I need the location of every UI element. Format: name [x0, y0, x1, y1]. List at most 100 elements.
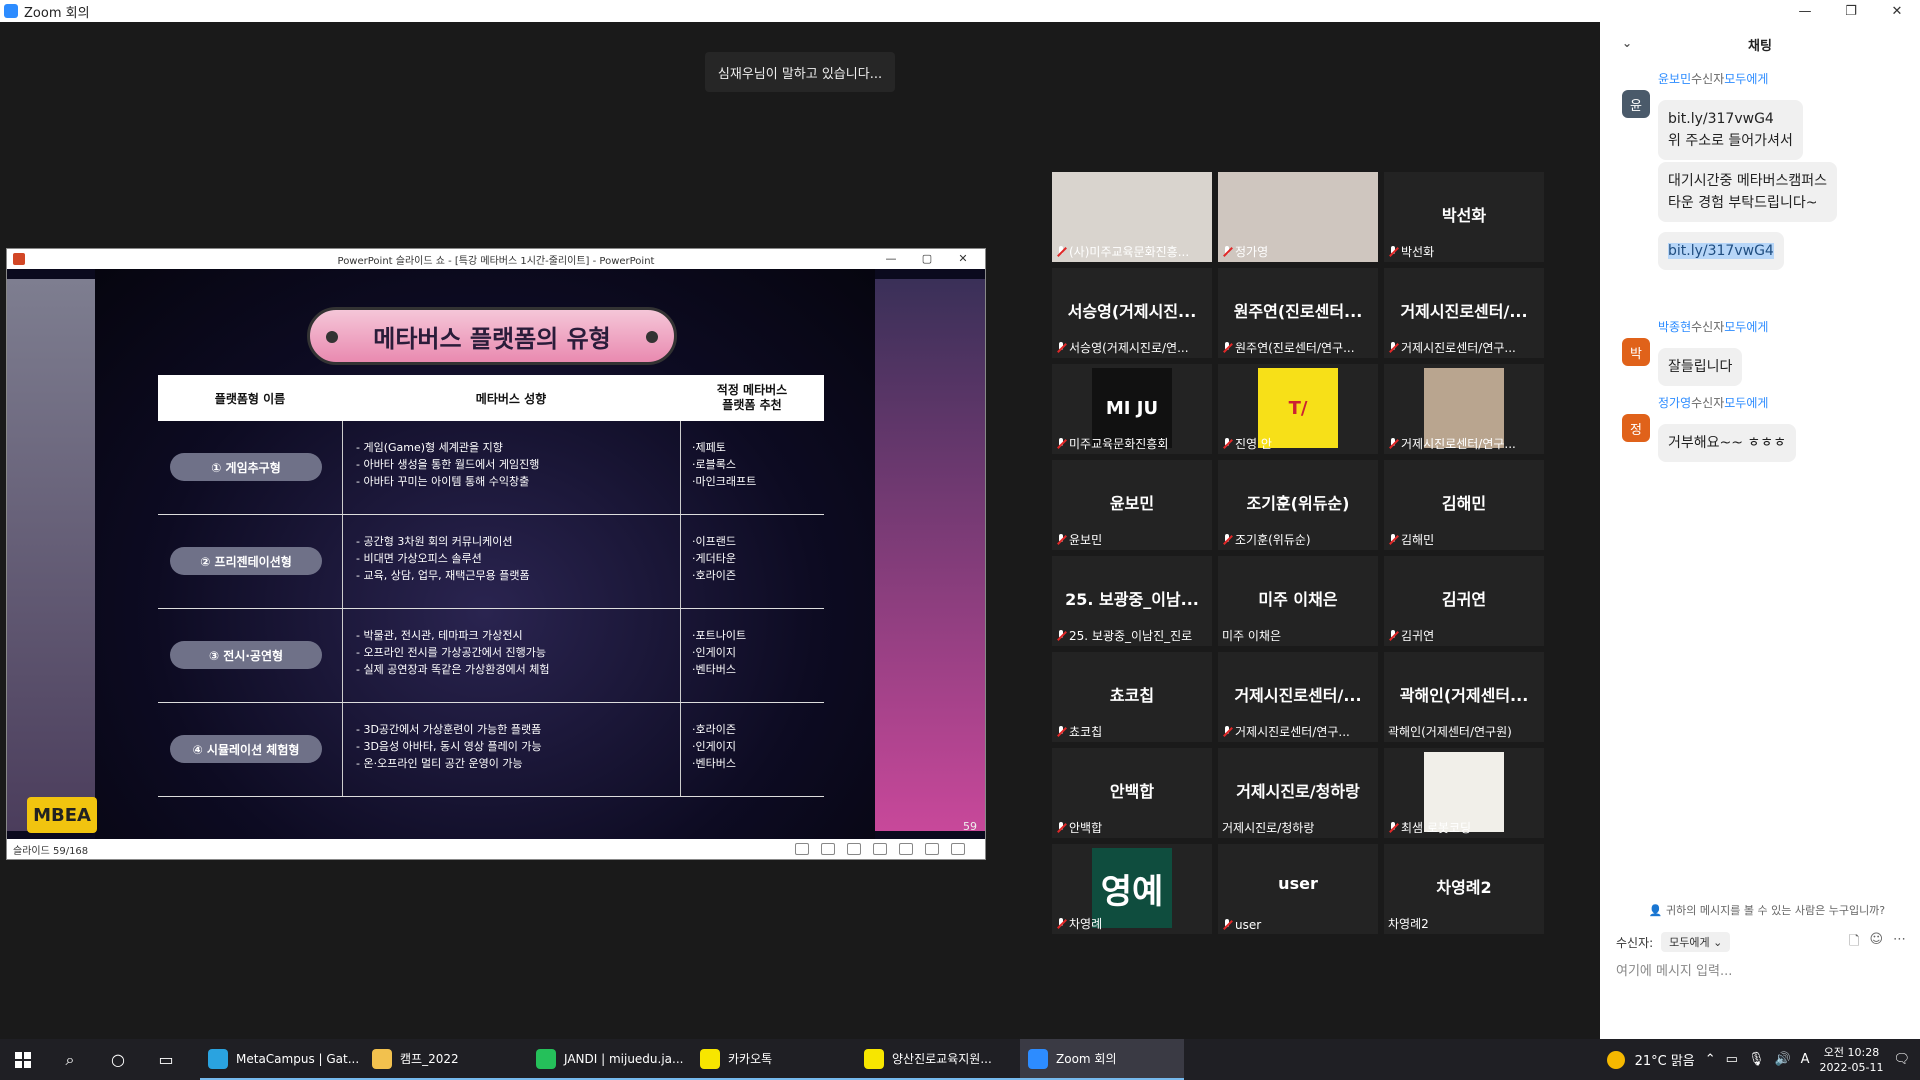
participant-tile[interactable]: 윤보민 윤보민	[1052, 460, 1212, 550]
participant-tile[interactable]: 안백합 안백합	[1052, 748, 1212, 838]
taskbar-app[interactable]: Zoom 회의	[1020, 1039, 1184, 1080]
participant-tile[interactable]: 거제시진로센터/... 거제시진로센터/연구...	[1384, 268, 1544, 358]
mic-icon[interactable]: 🎙	[1748, 1052, 1765, 1067]
ppt-maximize-icon[interactable]: ▢	[909, 249, 945, 269]
taskbar-app-label: Zoom 회의	[1056, 1052, 1117, 1066]
volume-icon[interactable]: 🔊	[1774, 1052, 1790, 1067]
participant-tile[interactable]: 차영례2 차영례2	[1384, 844, 1544, 934]
close-icon[interactable]: ✕	[1874, 0, 1920, 22]
recipient-name[interactable]: 모두에게	[1724, 396, 1768, 410]
header-recommend: 적정 메타버스 플랫폼 추천	[716, 383, 788, 412]
taskbar-app-label: 양산진로교육지원...	[892, 1052, 992, 1066]
chat-bubble[interactable]: bit.ly/317vwG4	[1658, 232, 1784, 270]
view-slideshow-icon[interactable]	[951, 843, 965, 855]
ppt-minimize-icon[interactable]: —	[873, 249, 909, 269]
participant-name: 거제시진로센터/...	[1400, 302, 1528, 321]
chat-bubble[interactable]: bit.ly/317vwG4 위 주소로 들어가셔서	[1658, 100, 1803, 160]
participant-name: 거제시진로/청하랑	[1236, 782, 1360, 801]
search-icon[interactable]: ⌕	[46, 1039, 94, 1080]
participant-tile[interactable]: MI JU 미주교육문화진흥회	[1052, 364, 1212, 454]
participant-tile[interactable]: 김해민 김해민	[1384, 460, 1544, 550]
notification-icon[interactable]: 🗨	[1893, 1052, 1910, 1067]
participant-label: 차영례2	[1388, 915, 1542, 932]
person-icon: 👤	[1648, 904, 1663, 917]
participant-tile[interactable]: 조기훈(위듀순) 조기훈(위듀순)	[1218, 460, 1378, 550]
taskbar-app[interactable]: 카카오톡	[692, 1039, 856, 1080]
chat-input[interactable]: 여기에 메시지 입력...	[1616, 960, 1732, 979]
clock-date: 2022-05-11	[1819, 1060, 1884, 1074]
view-normal-icon[interactable]	[795, 843, 809, 855]
view-sorter-icon[interactable]	[873, 843, 887, 855]
mic-muted-icon	[1388, 245, 1398, 258]
platform-item: ·호라이즌	[692, 569, 736, 582]
cortana-icon[interactable]: ○	[94, 1039, 142, 1080]
recipient-name[interactable]: 모두에게	[1724, 320, 1768, 334]
recipient-dropdown[interactable]: 모두에게 ⌄	[1661, 932, 1731, 952]
participant-tile[interactable]: (사)미주교육문화진흥...	[1052, 172, 1212, 262]
participant-tile[interactable]: 미주 이채은 미주 이채은	[1218, 556, 1378, 646]
participant-label-text: 서승영(거제시진로/연...	[1069, 341, 1189, 355]
who-can-see-text: 귀하의 메시지를 볼 수 있는 사람은 누구입니까?	[1666, 904, 1886, 917]
participant-tile[interactable]: user user	[1218, 844, 1378, 934]
clock[interactable]: 오전 10:28 2022-05-11	[1820, 1045, 1884, 1075]
ime-indicator[interactable]: A	[1801, 1052, 1810, 1067]
participant-tile[interactable]: 거제시진로센터/... 거제시진로센터/연구...	[1218, 652, 1378, 742]
participant-tile[interactable]: T/진영 안	[1218, 364, 1378, 454]
taskbar-app[interactable]: 양산진로교육지원...	[856, 1039, 1020, 1080]
tray-chevron-icon[interactable]: ⌃	[1705, 1052, 1716, 1067]
chat-bubble[interactable]: 잘들립니다	[1658, 348, 1743, 386]
start-button[interactable]	[0, 1039, 46, 1080]
ppt-window-controls: — ▢ ✕	[873, 249, 981, 269]
participant-tile[interactable]: 원주연(진로센터... 원주연(진로센터/연구...	[1218, 268, 1378, 358]
task-view-icon[interactable]: ▭	[142, 1039, 190, 1080]
chat-text: 거부해요~~ ㅎㅎㅎ	[1668, 435, 1787, 451]
participant-tile[interactable]: 쵸코칩 쵸코칩	[1052, 652, 1212, 742]
participant-tile[interactable]: 곽해인(거제센터... 곽해인(거제센터/연구원)	[1384, 652, 1544, 742]
sender-name[interactable]: 정가영	[1658, 396, 1691, 410]
recipient-name[interactable]: 모두에게	[1724, 72, 1768, 86]
taskbar-app[interactable]: JANDI | mijuedu.ja...	[528, 1039, 692, 1080]
participant-tile[interactable]: 최샘 로봇코딩	[1384, 748, 1544, 838]
chat-bubble[interactable]: 대기시간중 메타버스캠퍼스 타운 경험 부탁드립니다~	[1658, 162, 1838, 222]
view-grid-icon[interactable]	[899, 843, 913, 855]
participant-tile[interactable]: 25. 보광중_이남... 25. 보광중_이남진_진로	[1052, 556, 1212, 646]
emoji-icon[interactable]: ☺	[1869, 932, 1883, 954]
participant-tile[interactable]: 거제시진로센터/연구...	[1384, 364, 1544, 454]
participant-label-text: 미주교육문화진흥회	[1069, 437, 1169, 451]
platform-type-pill: ④ 시뮬레이션 체험형	[170, 735, 322, 763]
participant-tile[interactable]: 거제시진로/청하랑 거제시진로/청하랑	[1218, 748, 1378, 838]
slide-title: 메타버스 플랫폼의 유형	[307, 307, 677, 365]
participant-tile[interactable]: 김귀연 김귀연	[1384, 556, 1544, 646]
platform-item: ·제페토	[692, 441, 726, 454]
participant-label: 조기훈(위듀순)	[1222, 531, 1376, 548]
maximize-icon[interactable]: ❐	[1828, 0, 1874, 22]
platform-item: ·로블록스	[692, 458, 736, 471]
platform-item: ·이프랜드	[692, 535, 736, 548]
mic-muted-icon	[1222, 533, 1232, 546]
who-can-see-link[interactable]: 👤 귀하의 메시지를 볼 수 있는 사람은 누구입니까?	[1622, 902, 1912, 918]
view-notes-icon[interactable]	[821, 843, 835, 855]
ppt-statusbar: 슬라이드 59/168	[7, 839, 985, 859]
taskbar-app[interactable]: MetaCampus | Gat...	[200, 1039, 364, 1080]
trait-item: - 오프라인 전시를 가상공간에서 진행가능	[356, 646, 546, 659]
more-icon[interactable]: ⋯	[1893, 932, 1906, 954]
network-icon[interactable]: ▭	[1726, 1052, 1738, 1067]
sender-name[interactable]: 윤보민	[1658, 72, 1691, 86]
participant-tile[interactable]: 정가영	[1218, 172, 1378, 262]
participant-tile[interactable]: 영예 차영례	[1052, 844, 1212, 934]
minimize-icon[interactable]: —	[1782, 0, 1828, 22]
sender-name[interactable]: 박종현	[1658, 320, 1691, 334]
view-reading-icon[interactable]	[925, 843, 939, 855]
participant-tile[interactable]: 박선화 박선화	[1384, 172, 1544, 262]
ppt-close-icon[interactable]: ✕	[945, 249, 981, 269]
weather-text[interactable]: 21°C 맑음	[1635, 1050, 1695, 1069]
platform-list: ·제페토 ·로블록스 ·마인크래프트	[692, 439, 756, 490]
view-play-icon[interactable]	[847, 843, 861, 855]
taskbar-app[interactable]: 캠프_2022	[364, 1039, 528, 1080]
chat-bubble[interactable]: 거부해요~~ ㅎㅎㅎ	[1658, 424, 1797, 462]
participant-label-text: user	[1235, 918, 1262, 932]
file-icon[interactable]: 🗋	[1849, 932, 1859, 954]
chevron-down-icon[interactable]: ⌄	[1622, 36, 1632, 50]
participant-tile[interactable]: 서승영(거제시진... 서승영(거제시진로/연...	[1052, 268, 1212, 358]
participant-name: 거제시진로센터/...	[1234, 686, 1362, 705]
